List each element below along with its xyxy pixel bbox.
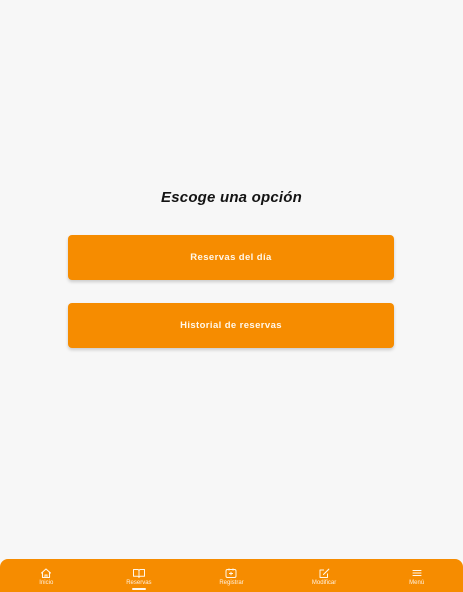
edit-icon: [319, 568, 330, 578]
page-title: Escoge una opción: [161, 189, 302, 206]
menu-icon: [412, 569, 422, 577]
nav-label-registrar: Registrar: [219, 580, 244, 586]
nav-label-modificar: Modificar: [311, 580, 337, 586]
app-screen: Escoge una opción Reservas del día Histo…: [0, 0, 463, 592]
nav-item-modificar[interactable]: Modificar: [278, 559, 371, 592]
home-icon: [41, 568, 52, 579]
nav-item-menu[interactable]: Menú: [370, 559, 463, 592]
nav-item-reservas[interactable]: Reservas: [93, 559, 186, 592]
nav-item-inicio[interactable]: Inicio: [0, 559, 93, 592]
nav-label-reservas: Reservas: [126, 580, 152, 586]
register-icon: [225, 568, 237, 578]
nav-item-registrar[interactable]: Registrar: [185, 559, 278, 592]
nav-label-menu: Menú: [409, 580, 425, 586]
nav-label-inicio: Inicio: [39, 580, 54, 586]
reservas-del-dia-button[interactable]: Reservas del día: [68, 235, 394, 280]
historial-de-reservas-button[interactable]: Historial de reservas: [68, 303, 394, 348]
bottom-navigation: Inicio Reservas Registrar Modificar Menú: [0, 559, 463, 592]
active-tab-indicator: [131, 588, 146, 590]
book-icon: [132, 569, 145, 578]
